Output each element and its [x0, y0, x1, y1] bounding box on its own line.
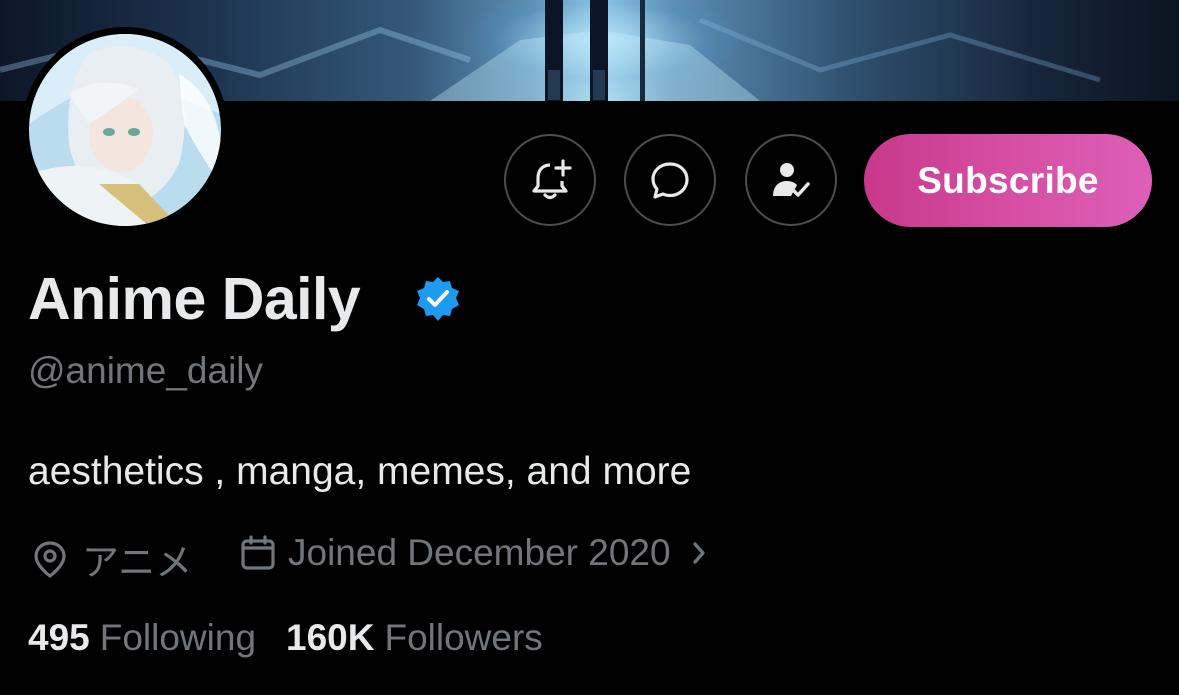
- joined-date-text: Joined December 2020: [288, 532, 671, 573]
- followers-count: 160K: [286, 617, 375, 658]
- subscribe-button[interactable]: Subscribe: [864, 134, 1152, 227]
- following-count: 495: [28, 617, 90, 658]
- subscriber-button[interactable]: [745, 134, 837, 226]
- followers-label: Followers: [384, 617, 543, 658]
- profile-display-name: Anime Daily: [28, 266, 361, 332]
- following-link[interactable]: 495 Following: [28, 617, 256, 659]
- profile-stats: 495 Following 160K Followers: [28, 617, 543, 659]
- profile-joined[interactable]: Joined December 2020: [238, 532, 715, 574]
- bell-plus-icon: [532, 159, 572, 200]
- following-label: Following: [99, 617, 257, 658]
- followers-link[interactable]: 160K Followers: [286, 617, 543, 659]
- profile-avatar[interactable]: [22, 27, 228, 233]
- verified-badge-icon[interactable]: [414, 275, 462, 323]
- profile-location: アニメ: [30, 532, 192, 586]
- location-pin-icon: [34, 541, 66, 578]
- profile-handle: @anime_daily: [28, 350, 264, 391]
- message-bubble-icon: [651, 162, 689, 199]
- person-check-icon: [773, 163, 810, 197]
- notifications-button[interactable]: [504, 134, 596, 226]
- profile-bio: aesthetics , manga, memes, and more: [28, 450, 692, 493]
- location-text: アニメ: [82, 542, 193, 583]
- avatar-image: [29, 34, 221, 226]
- calendar-icon: [241, 535, 275, 570]
- chevron-right-icon: [692, 542, 705, 564]
- message-button[interactable]: [624, 134, 716, 226]
